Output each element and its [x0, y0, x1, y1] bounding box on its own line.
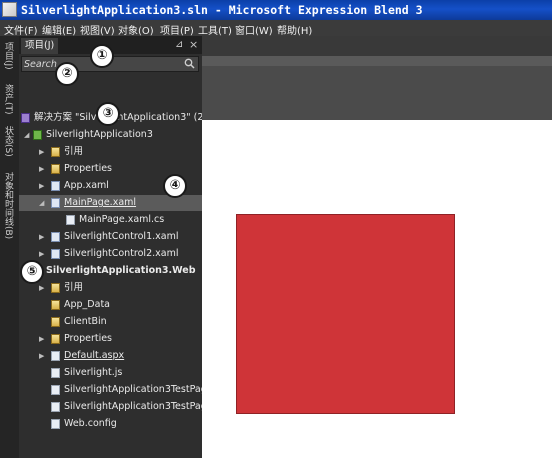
project-panel-tab[interactable]: 项目(J): [21, 38, 59, 54]
tree-item-label: Web.config: [64, 418, 117, 429]
tree-item-label: MainPage.xaml: [64, 197, 137, 208]
project-icon: [33, 130, 42, 140]
file-icon: [51, 368, 60, 378]
callout-2: ②: [55, 62, 79, 86]
search-icon[interactable]: [184, 58, 195, 69]
expand-arrow-icon[interactable]: ▶: [39, 280, 44, 296]
tree-item[interactable]: MainPage.xaml.cs: [19, 212, 202, 228]
side-tab-states[interactable]: 状态(S): [2, 126, 15, 157]
tree-item[interactable]: ▶ Default.aspx: [19, 348, 202, 364]
side-tab-strip: 项目(J) 资产(T) 状态(S) 对象和时间线(B): [0, 36, 20, 458]
expand-arrow-icon[interactable]: ▶: [39, 331, 44, 347]
tree-item-label: SilverlightControl1.xaml: [64, 231, 179, 242]
menu-help[interactable]: 帮助(H): [277, 22, 312, 37]
tree-item[interactable]: SilverlightApplication3TestPage: [19, 382, 213, 398]
ruler-strip: [202, 56, 552, 66]
xaml-icon: [51, 249, 60, 259]
tree-item[interactable]: Web.config: [19, 416, 202, 432]
file-icon: [51, 385, 60, 395]
expand-arrow-icon[interactable]: ▶: [39, 229, 44, 245]
expand-arrow-icon[interactable]: ▶: [39, 178, 44, 194]
expand-arrow-icon[interactable]: ▶: [39, 161, 44, 177]
xaml-icon: [51, 198, 60, 208]
expand-arrow-icon[interactable]: ▶: [39, 144, 44, 160]
menu-tools[interactable]: 工具(T): [198, 22, 232, 37]
expand-arrow-icon[interactable]: ◢: [24, 127, 29, 143]
tree-item[interactable]: App_Data: [19, 297, 202, 313]
menu-object[interactable]: 对象(O): [118, 22, 154, 37]
project-panel: 项目(J) ⊿ × 解决方案 "SilverlightApplication3"…: [19, 36, 216, 458]
solution-icon: [21, 113, 30, 123]
document-tab-strip: [202, 36, 552, 56]
expand-arrow-icon[interactable]: ◢: [39, 195, 44, 211]
app-icon: [2, 2, 17, 17]
file-icon: [66, 215, 75, 225]
folder-icon: [51, 283, 60, 293]
menu-bar: 文件(F) 编辑(E) 视图(V) 对象(O) 项目(P) 工具(T) 窗口(W…: [0, 20, 552, 37]
folder-icon: [51, 317, 60, 327]
menu-view[interactable]: 视图(V): [80, 22, 115, 37]
callout-3: ③: [96, 102, 120, 126]
expand-arrow-icon[interactable]: ▶: [39, 246, 44, 262]
xaml-icon: [51, 232, 60, 242]
tree-item[interactable]: ▶ 引用: [19, 144, 202, 160]
tree-item-label: Properties: [64, 333, 113, 344]
tree-item-label: 引用: [64, 146, 84, 157]
folder-icon: [51, 334, 60, 344]
tree-item[interactable]: ▶ SilverlightControl1.xaml: [19, 229, 202, 245]
file-icon: [51, 419, 60, 429]
callout-1: ①: [90, 44, 114, 68]
tree-item-label: Properties: [64, 163, 113, 174]
tree-item-label: App.xaml: [64, 180, 109, 191]
tree-item-label: Silverlight.js: [64, 367, 123, 378]
tree-item-label: SilverlightApplication3TestPage: [64, 384, 213, 395]
callout-4: ④: [163, 174, 187, 198]
artboard-margin: [202, 66, 552, 120]
file-icon: [51, 402, 60, 412]
tree-item-label: Default.aspx: [64, 350, 125, 361]
folder-icon: [51, 147, 60, 157]
title-bar: SilverlightApplication3.sln - Microsoft …: [0, 0, 552, 20]
tree-item-label: SilverlightApplication3.Web: [46, 265, 196, 276]
side-tab-objects-timeline[interactable]: 对象和时间线(B): [2, 172, 15, 239]
side-tab-assets[interactable]: 资产(T): [2, 84, 15, 115]
menu-file[interactable]: 文件(F): [4, 22, 38, 37]
close-icon[interactable]: ×: [189, 38, 198, 51]
folder-icon: [51, 164, 60, 174]
tree-item-label: 引用: [64, 282, 84, 293]
tree-item[interactable]: ▶ 引用: [19, 280, 202, 296]
tree-item-label: SilverlightControl2.xaml: [64, 248, 179, 259]
tree-item[interactable]: SilverlightApplication3TestPage: [19, 399, 213, 415]
tree-item-label: ClientBin: [64, 316, 107, 327]
artboard[interactable]: [202, 120, 552, 458]
tree-item[interactable]: ▶ Properties: [19, 331, 202, 347]
callout-5: ⑤: [20, 260, 44, 284]
menu-edit[interactable]: 编辑(E): [42, 22, 76, 37]
folder-icon: [51, 300, 60, 310]
expand-arrow-icon[interactable]: ▶: [39, 348, 44, 364]
tree-item[interactable]: Silverlight.js: [19, 365, 202, 381]
red-rectangle[interactable]: [236, 214, 455, 414]
menu-window[interactable]: 窗口(W): [235, 22, 273, 37]
tree-item[interactable]: ▶ SilverlightControl2.xaml: [19, 246, 202, 262]
tree-item[interactable]: ◢SilverlightApplication3.Web: [19, 263, 202, 279]
tree-item-label: App_Data: [64, 299, 110, 310]
tree-item-label: MainPage.xaml.cs: [79, 214, 165, 225]
tree-item-label: SilverlightApplication3TestPage: [64, 401, 213, 412]
tree-item[interactable]: ◢ SilverlightApplication3: [19, 127, 202, 143]
tree-item[interactable]: ClientBin: [19, 314, 202, 330]
file-icon: [51, 351, 60, 361]
window-title: SilverlightApplication3.sln - Microsoft …: [21, 3, 423, 17]
pin-icon[interactable]: ⊿: [175, 39, 183, 50]
menu-project[interactable]: 项目(P): [160, 22, 194, 37]
side-tab-project[interactable]: 项目(J): [2, 42, 15, 70]
design-area: [202, 36, 552, 458]
xaml-icon: [51, 181, 60, 191]
tree-item-label: 解决方案 "SilverlightApplication3" (2 个: [34, 112, 216, 123]
tree-item-label: SilverlightApplication3: [46, 129, 153, 140]
